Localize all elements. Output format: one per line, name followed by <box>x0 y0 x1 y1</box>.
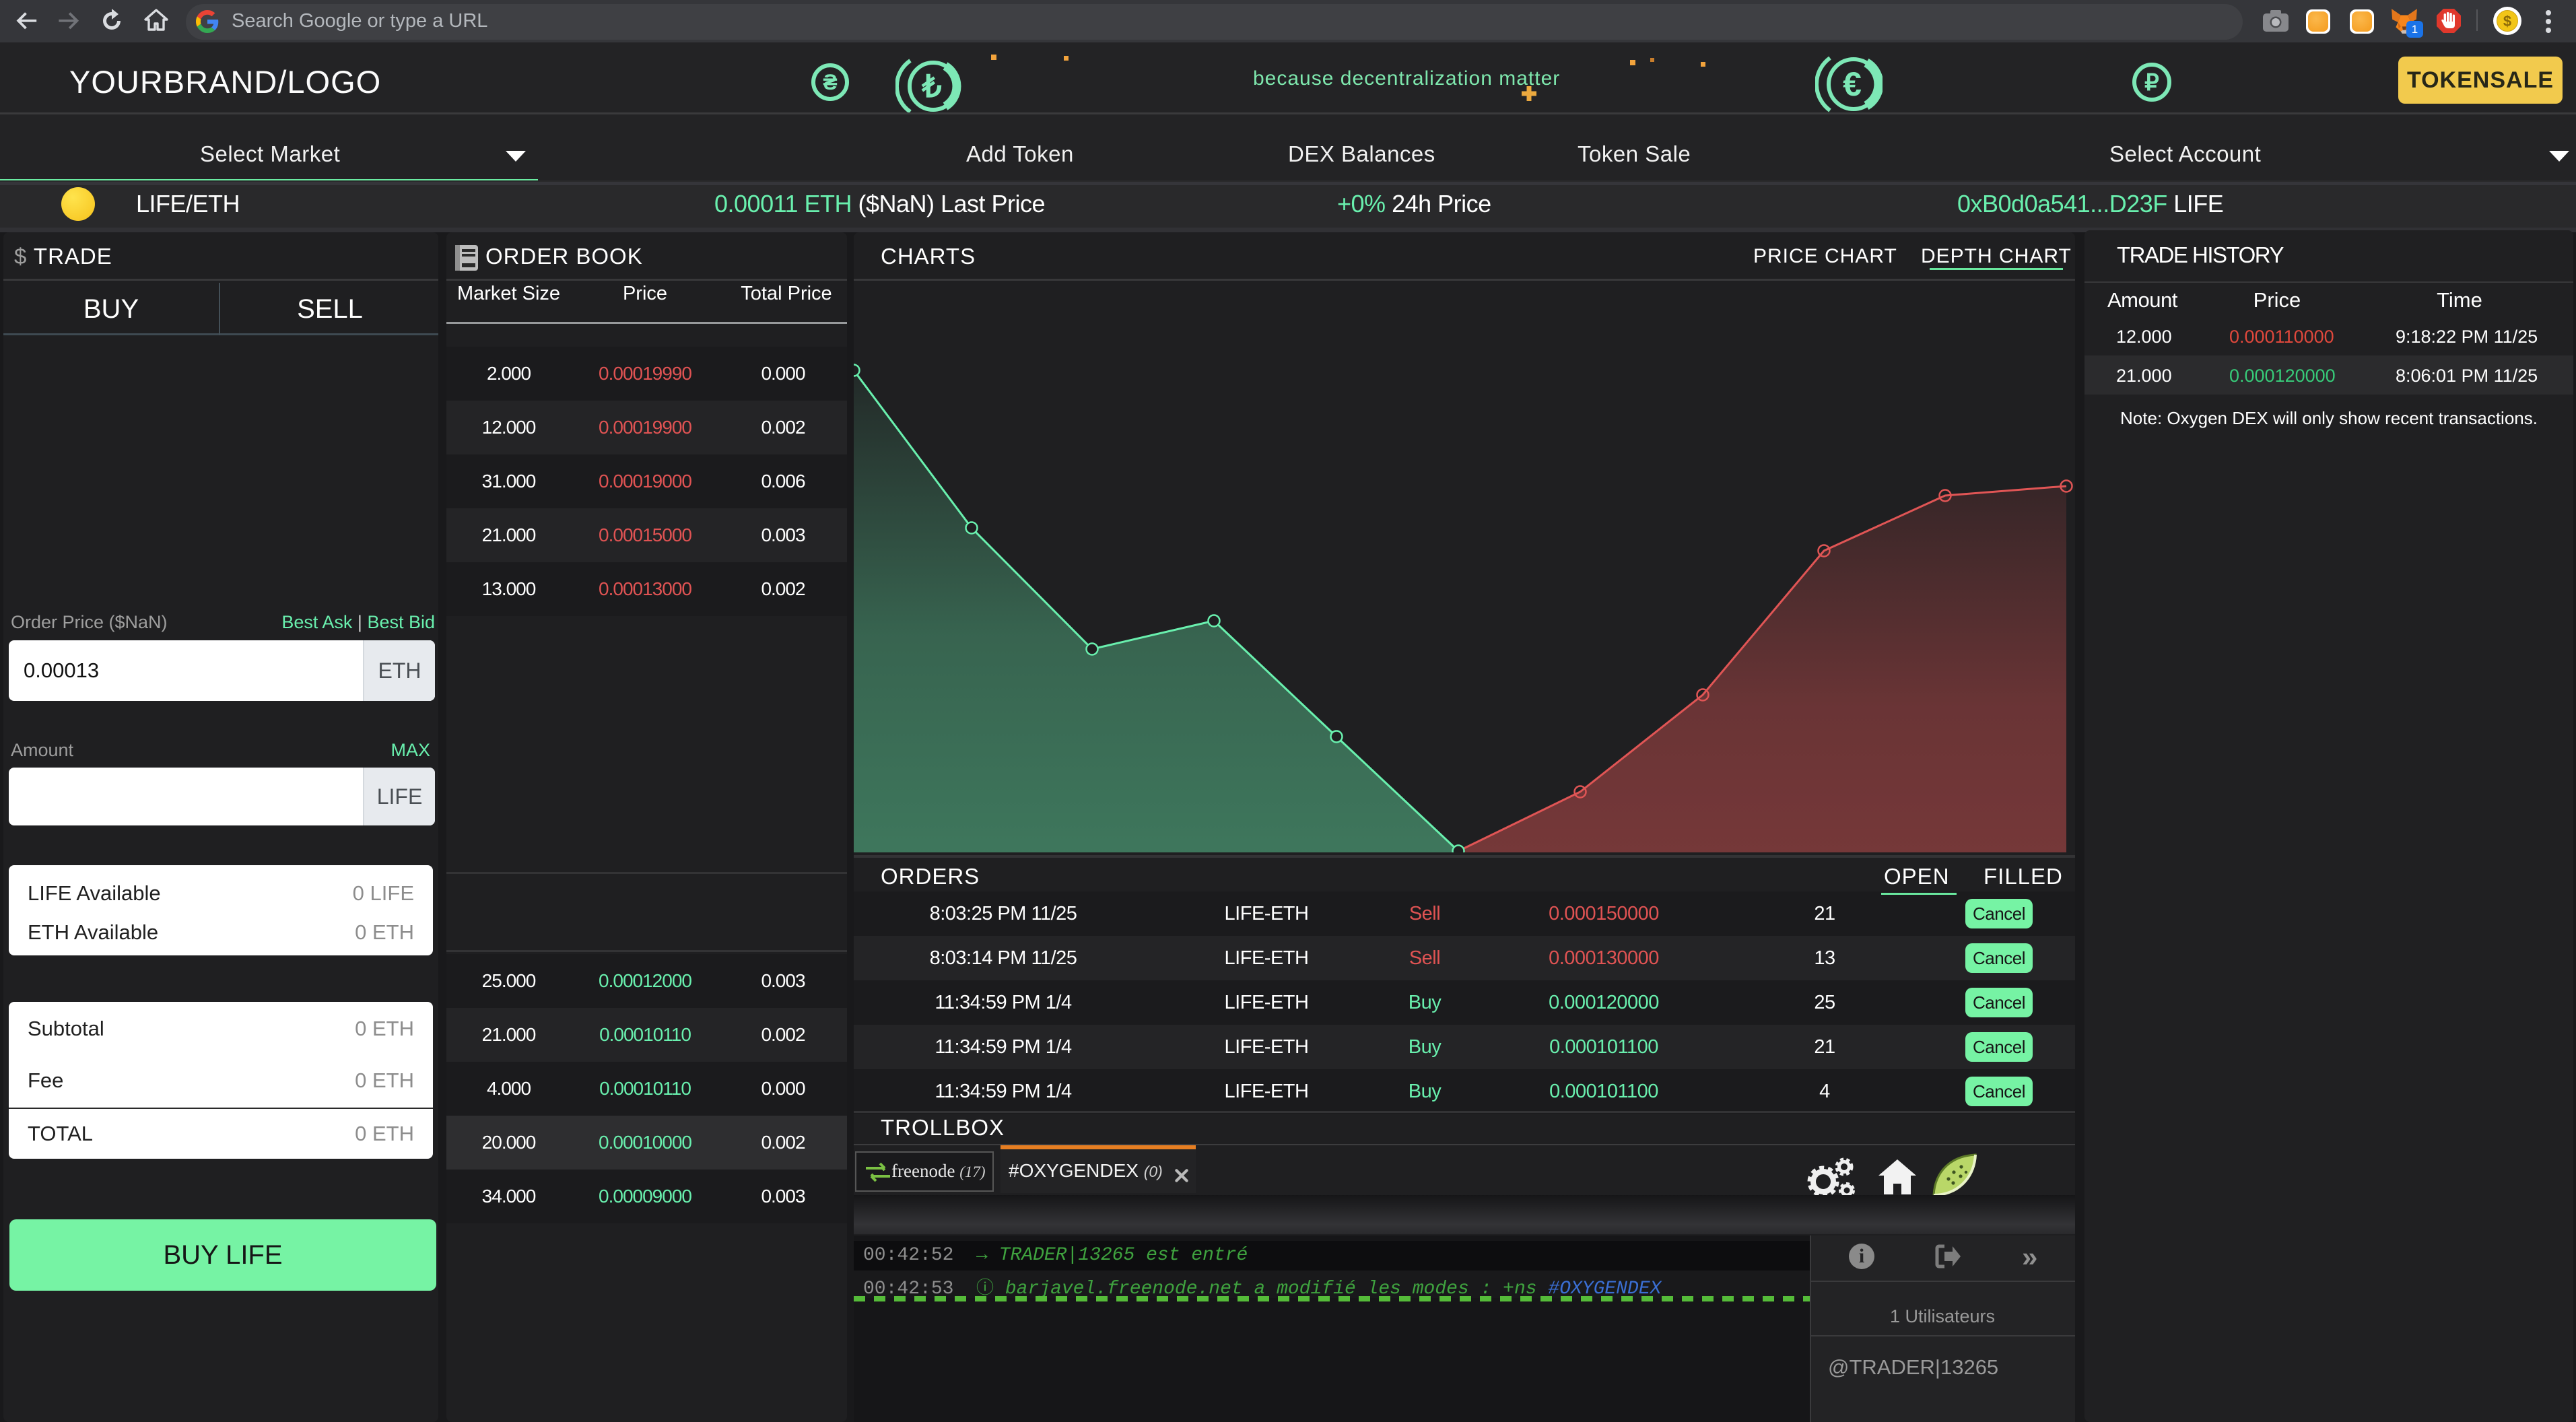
svg-text:€: € <box>1843 65 1862 103</box>
svg-text:₴: ₴ <box>823 70 837 94</box>
svg-text:₺: ₺ <box>921 69 941 104</box>
svg-text:₽: ₽ <box>2144 70 2159 96</box>
